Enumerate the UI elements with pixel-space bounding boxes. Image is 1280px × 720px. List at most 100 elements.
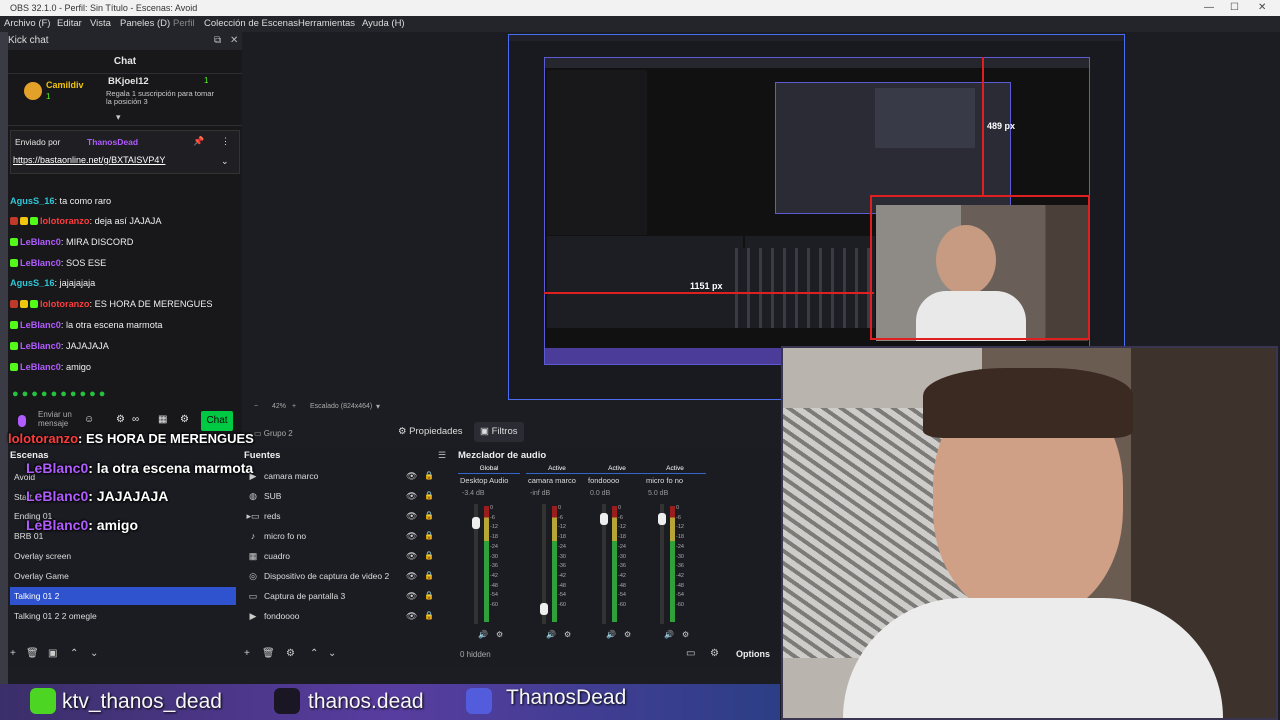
menu-help[interactable]: Ayuda (H): [362, 16, 405, 32]
close-window-icon[interactable]: ✕: [1258, 0, 1266, 16]
move-down-icon[interactable]: ⌄: [90, 648, 98, 659]
send-chat-button[interactable]: Chat: [201, 411, 233, 431]
menu-view[interactable]: Vista: [90, 16, 111, 32]
source-item[interactable]: ♪ micro fo no 👁 🔒: [244, 526, 448, 546]
lock-icon[interactable]: 🔒: [424, 506, 434, 526]
remove-source-icon[interactable]: 🗑: [262, 648, 275, 659]
lock-icon[interactable]: 🔒: [424, 606, 434, 626]
dock-menu-icon[interactable]: ☰: [438, 450, 446, 461]
close-icon[interactable]: ✕: [230, 32, 238, 50]
visibility-icon[interactable]: 👁: [406, 546, 417, 566]
visibility-icon[interactable]: 👁: [406, 506, 417, 526]
settings-icon[interactable]: ⚙: [682, 630, 689, 639]
remove-scene-icon[interactable]: 🗑: [26, 648, 39, 659]
emoji-icon[interactable]: ☺: [84, 414, 94, 425]
visibility-icon[interactable]: 👁: [406, 606, 417, 626]
speaker-icon[interactable]: 🔊: [546, 630, 556, 639]
channel-name[interactable]: Desktop Audio: [460, 476, 508, 485]
lock-icon[interactable]: 🔒: [424, 466, 434, 486]
pinned-user[interactable]: ThanosDead: [87, 137, 138, 147]
source-item[interactable]: ▭ Captura de pantalla 3 👁 🔒: [244, 586, 448, 606]
move-up-icon[interactable]: ⌃: [310, 648, 318, 659]
filter-icon: ▣: [480, 426, 492, 437]
bank-icon[interactable]: ▦: [158, 414, 167, 425]
advanced-audio-icon[interactable]: ⚙: [710, 648, 719, 659]
volume-slider[interactable]: [540, 603, 548, 615]
speaker-icon[interactable]: 🔊: [606, 630, 616, 639]
lock-icon[interactable]: 🔒: [424, 586, 434, 606]
channel-name[interactable]: fondoooo: [588, 476, 619, 485]
scene-item-selected[interactable]: Talking 01 2: [10, 587, 236, 605]
emote-row[interactable]: ●●●●●●●●●●: [12, 388, 108, 400]
visibility-icon[interactable]: 👁: [406, 466, 417, 486]
settings-icon[interactable]: ⚙: [624, 630, 631, 639]
speaker-icon[interactable]: 🔊: [478, 630, 488, 639]
gear-icon[interactable]: ⚙: [180, 414, 189, 425]
link-icon[interactable]: ∞: [132, 414, 139, 425]
visibility-icon[interactable]: 👁: [406, 586, 417, 606]
volume-slider[interactable]: [658, 512, 666, 525]
maximize-icon[interactable]: ☐: [1230, 0, 1239, 16]
mixer-title: Mezclador de audio: [458, 450, 547, 461]
tab-properties[interactable]: ⚙ Propiedades: [392, 422, 469, 442]
gift-text: Regala 1 suscripción para tomar la posic…: [106, 89, 214, 106]
move-up-icon[interactable]: ⌃: [70, 648, 78, 659]
lock-icon[interactable]: 🔒: [424, 566, 434, 586]
tab-filters[interactable]: ▣ Filtros: [474, 422, 524, 442]
channel-name[interactable]: micro fo no: [646, 476, 683, 485]
gift-user-1[interactable]: Camildiv: [46, 80, 84, 90]
menu-tools[interactable]: Herramientas: [298, 16, 355, 32]
collapse-icon[interactable]: ▾: [116, 112, 121, 123]
settings-icon[interactable]: ⚙: [496, 630, 503, 639]
filter-icon[interactable]: ▣: [48, 648, 57, 659]
visibility-icon[interactable]: 👁: [406, 486, 417, 506]
add-scene-icon[interactable]: +: [10, 648, 16, 659]
source-settings-icon[interactable]: ⚙: [286, 648, 295, 659]
folder-icon: ▭: [254, 429, 264, 438]
menu-edit[interactable]: Editar: [57, 16, 82, 32]
source-item[interactable]: ▦ cuadro 👁 🔒: [244, 546, 448, 566]
source-item[interactable]: ▶ camara marco 👁 🔒: [244, 466, 448, 486]
scene-item[interactable]: Overlay screen: [10, 547, 236, 565]
scene-item[interactable]: Talking 01 2 2 omegle: [10, 607, 236, 625]
expand-icon[interactable]: ⌄: [221, 156, 229, 167]
speaker-icon[interactable]: 🔊: [664, 630, 674, 639]
selection-box[interactable]: [870, 195, 1090, 340]
zoom-out-icon[interactable]: −: [254, 400, 258, 414]
volume-slider[interactable]: [600, 512, 608, 525]
badge-icon[interactable]: [18, 415, 26, 427]
minimize-icon[interactable]: —: [1204, 0, 1214, 16]
source-item[interactable]: ◍ SUB 👁 🔒: [244, 486, 448, 506]
mixer-channel: Active micro fo no 5.0 dB 0 -6 -12 -18 -24 -3…: [644, 464, 706, 639]
lock-icon[interactable]: 🔒: [424, 526, 434, 546]
options-button[interactable]: Options: [736, 649, 770, 659]
add-source-icon[interactable]: +: [244, 648, 250, 659]
visibility-icon[interactable]: 👁: [406, 566, 417, 586]
lock-icon[interactable]: 🔒: [424, 546, 434, 566]
scaling-label[interactable]: Escalado (824x464): [310, 400, 372, 414]
settings-icon[interactable]: ⚙: [116, 414, 125, 425]
menu-file[interactable]: Archivo (F): [4, 16, 50, 32]
pinned-link[interactable]: https://bastaonline.net/g/BXTAISVP4Y: [13, 155, 165, 165]
move-down-icon[interactable]: ⌄: [328, 648, 336, 659]
menu-docks[interactable]: Paneles (D): [120, 16, 170, 32]
scene-item[interactable]: Overlay Game: [10, 567, 236, 585]
more-icon[interactable]: ⋮: [221, 136, 230, 147]
lock-icon[interactable]: 🔒: [424, 486, 434, 506]
channel-name[interactable]: camara marco: [528, 476, 576, 485]
source-item[interactable]: ▶ fondoooo 👁 🔒: [244, 606, 448, 626]
menu-scene-collection[interactable]: Colección de Escenas: [204, 16, 298, 32]
menu-profile[interactable]: Perfil: [173, 16, 195, 32]
chat-input[interactable]: Enviar un mensaje: [38, 410, 86, 428]
undock-icon[interactable]: ⧉: [214, 32, 221, 50]
gift-user-2[interactable]: BKjoel12: [108, 76, 149, 87]
layout-icon[interactable]: ▭: [686, 648, 695, 659]
settings-icon[interactable]: ⚙: [564, 630, 571, 639]
source-item[interactable]: ◎ Dispositivo de captura de video 2 👁 🔒: [244, 566, 448, 586]
zoom-in-icon[interactable]: +: [292, 400, 296, 414]
chevron-down-icon[interactable]: ▾: [376, 400, 380, 414]
source-item[interactable]: ▸▭ reds 👁 🔒: [244, 506, 448, 526]
volume-slider[interactable]: [472, 517, 480, 530]
visibility-icon[interactable]: 👁: [406, 526, 417, 546]
pin-icon[interactable]: 📌: [193, 136, 204, 147]
